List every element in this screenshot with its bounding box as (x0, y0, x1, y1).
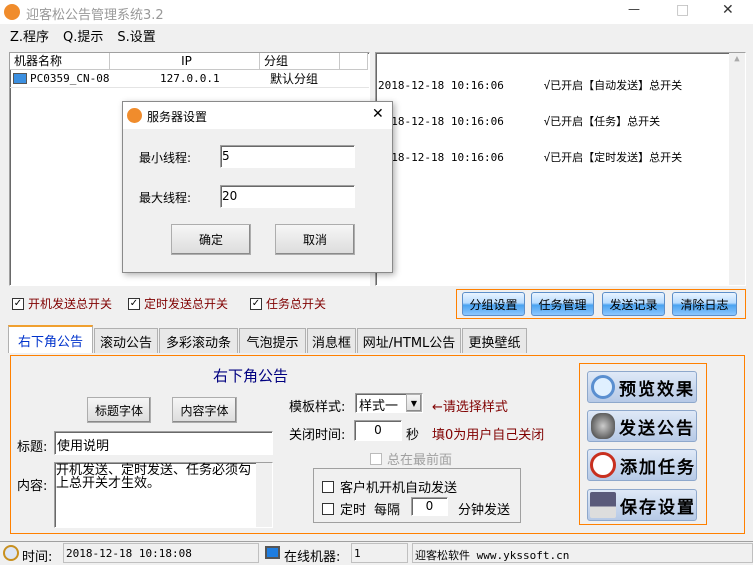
magnifier-icon (591, 375, 615, 399)
tab-color-scroll[interactable]: 多彩滚动条 (159, 328, 238, 353)
log-line: 2018-12-18 10:16:06 √已开启【任务】总开关 (378, 115, 661, 128)
interval-unit: 分钟发送 (458, 503, 511, 518)
template-select[interactable]: 样式一 ▼ (355, 393, 423, 414)
brand-text: 迎客松软件 www.ykssoft.cn (412, 543, 753, 563)
min-threads-input[interactable]: 5 (220, 145, 355, 168)
tab-bottom-right[interactable]: 右下角公告 (8, 325, 93, 353)
table-row[interactable]: PC0359_CN-08 127.0.0.1 默认分组 (10, 70, 369, 88)
max-threads-label: 最大线程: (139, 191, 192, 205)
menu-tips[interactable]: Q.提示 (63, 26, 103, 45)
speaker-icon (591, 413, 615, 439)
every-label: 每隔 (374, 503, 401, 518)
auto-send-checkbox[interactable]: 客户机开机自动发送 (322, 477, 457, 496)
content-textarea[interactable]: 开机发送、定时发送、任务必须勾上总开关才生效。 (54, 462, 273, 528)
computer-icon (13, 73, 27, 84)
save-settings-button[interactable]: 保存设置 (587, 489, 697, 521)
close-time-label: 关闭时间: (289, 428, 346, 443)
column-header-group[interactable]: 分组 (260, 53, 340, 70)
timer-checkbox[interactable]: 定时 (322, 499, 366, 518)
tab-message-box[interactable]: 消息框 (307, 328, 356, 353)
clock-icon (3, 545, 19, 561)
close-button[interactable]: ✕ (722, 2, 734, 18)
menu-settings[interactable]: S.设置 (117, 26, 155, 45)
time-label: 时间: (22, 550, 53, 565)
checkbox[interactable]: ✓ (12, 297, 24, 310)
monitor-icon (265, 546, 280, 559)
dialog-title-bar: 服务器设置 ✕ (123, 102, 392, 129)
panel-heading: 右下角公告 (213, 367, 289, 385)
clear-log-button[interactable]: 清除日志 (672, 292, 737, 316)
title-label: 标题: (17, 440, 48, 455)
add-task-button[interactable]: 添加任务 (587, 449, 697, 481)
close-time-hint: 填0为用户自己关闭 (432, 428, 545, 443)
tab-scroll[interactable]: 滚动公告 (94, 328, 158, 353)
checkbox[interactable]: ✓ (128, 297, 140, 310)
log-scrollbar[interactable]: ▲ (729, 53, 745, 285)
time-value: 2018-12-18 10:18:08 (63, 543, 259, 563)
chevron-down-icon[interactable]: ▼ (406, 394, 422, 412)
close-time-input[interactable]: 0 (354, 420, 402, 441)
task-manage-button[interactable]: 任务管理 (531, 292, 594, 316)
min-threads-label: 最小线程: (139, 151, 192, 165)
log-line: 2018-12-18 10:16:06 √已开启【自动发送】总开关 (378, 79, 683, 92)
content-scrollbar[interactable] (256, 463, 272, 527)
menu-program[interactable]: Z.程序 (10, 26, 49, 45)
ok-button[interactable]: 确定 (171, 224, 251, 255)
title-font-button[interactable]: 标题字体 (87, 397, 151, 423)
maximize-button[interactable]: □ (676, 2, 689, 18)
interval-input[interactable]: 0 (411, 497, 448, 516)
checkbox[interactable] (322, 480, 334, 493)
column-header-extra[interactable] (340, 53, 368, 70)
log-panel[interactable]: 2018-12-18 10:16:06 √已开启【自动发送】总开关 2018-1… (375, 52, 746, 286)
tab-wallpaper[interactable]: 更换壁纸 (462, 328, 527, 353)
minimize-button[interactable]: — (628, 2, 640, 16)
preview-button[interactable]: 预览效果 (587, 371, 697, 403)
status-bar: 时间: 2018-12-18 10:18:08 在线机器: 1 迎客松软件 ww… (0, 541, 753, 565)
tab-url-html[interactable]: 网址/HTML公告 (357, 328, 461, 353)
switch-timer-send[interactable]: ✓ 定时发送总开关 (128, 295, 228, 312)
online-value: 1 (351, 543, 408, 563)
log-line: 2018-12-18 10:16:06 √已开启【定时发送】总开关 (378, 151, 683, 164)
dialog-title: 服务器设置 (147, 110, 208, 124)
content-font-button[interactable]: 内容字体 (172, 397, 237, 423)
dialog-close-button[interactable]: ✕ (372, 106, 384, 122)
title-bar: 迎客松公告管理系统3.2 — □ ✕ (0, 0, 753, 24)
send-log-button[interactable]: 发送记录 (602, 292, 665, 316)
checkbox[interactable] (322, 502, 334, 515)
column-header-name[interactable]: 机器名称 (10, 53, 110, 70)
column-header-ip[interactable]: IP (110, 53, 260, 70)
topmost-checkbox[interactable]: 总在最前面 (370, 449, 452, 468)
checkbox[interactable] (370, 452, 382, 465)
title-input[interactable]: 使用说明 (54, 431, 273, 455)
cancel-button[interactable]: 取消 (275, 224, 355, 255)
template-label: 模板样式: (289, 400, 346, 415)
server-settings-dialog: 服务器设置 ✕ 最小线程: 5 最大线程: 20 确定 取消 (122, 101, 393, 273)
checkbox[interactable]: ✓ (250, 297, 262, 310)
menu-bar: Z.程序 Q.提示 S.设置 (0, 24, 753, 46)
group-settings-button[interactable]: 分组设置 (462, 292, 525, 316)
app-logo-icon (127, 108, 142, 123)
tab-bubble[interactable]: 气泡提示 (239, 328, 306, 353)
template-hint: ←请选择样式 (432, 400, 508, 415)
content-label: 内容: (17, 479, 48, 494)
clock-icon (590, 452, 616, 478)
floppy-icon (590, 492, 616, 518)
max-threads-input[interactable]: 20 (220, 185, 355, 208)
switch-task[interactable]: ✓ 任务总开关 (250, 295, 326, 312)
send-notice-button[interactable]: 发送公告 (587, 410, 697, 442)
window-title: 迎客松公告管理系统3.2 (26, 8, 164, 23)
close-time-unit: 秒 (406, 428, 420, 443)
switch-boot-send[interactable]: ✓ 开机发送总开关 (12, 295, 112, 312)
toolbar-group: 分组设置 任务管理 发送记录 清除日志 (456, 289, 746, 319)
app-logo-icon (4, 4, 20, 20)
online-label: 在线机器: (284, 550, 341, 565)
